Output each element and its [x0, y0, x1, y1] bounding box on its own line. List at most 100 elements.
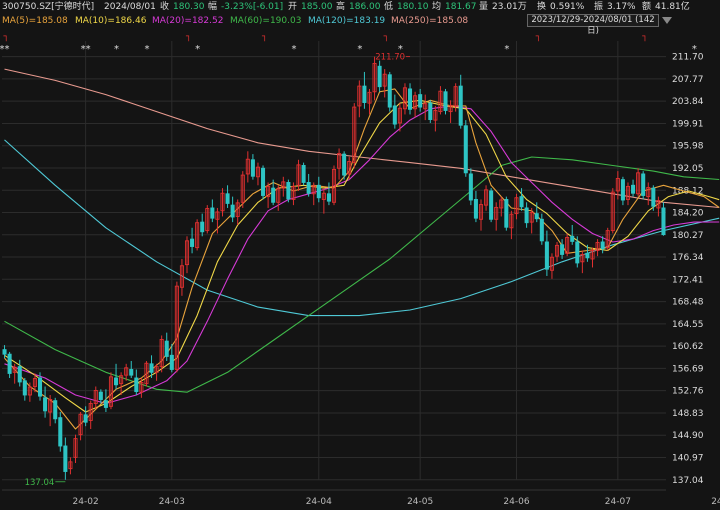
- price-axis-label: 160.62: [672, 342, 704, 352]
- date-axis-label: 24-03: [159, 497, 185, 507]
- event-star-icon: *: [144, 44, 149, 55]
- event-flag-icon: ┐: [261, 32, 267, 42]
- candle-body: [620, 179, 625, 201]
- candle-body: [316, 184, 321, 199]
- candle-body: [43, 397, 48, 412]
- candle-body: [631, 184, 636, 194]
- date-axis-label: 24-06: [503, 497, 529, 507]
- ma20-line: [4, 105, 720, 405]
- candle-body: [7, 353, 12, 374]
- date-axis-label: 24-07: [605, 497, 631, 507]
- date-axis-label: 24-02: [73, 497, 99, 507]
- candle-body: [261, 167, 266, 196]
- candle-body: [468, 173, 473, 201]
- event-flag-icon: ┐: [3, 32, 9, 42]
- candle-body: [2, 349, 7, 355]
- candlestick-chart: 211.70207.77203.84199.91195.98192.05188.…: [0, 32, 720, 507]
- event-star-icon: *: [692, 44, 697, 55]
- candle-body: [286, 182, 291, 200]
- candle-body: [377, 65, 382, 88]
- ma250-line: [4, 68, 720, 209]
- candle-body: [53, 400, 58, 420]
- candle-body: [271, 187, 276, 203]
- event-flag-icon: ┐: [185, 32, 191, 42]
- event-star-icon: **: [0, 44, 10, 55]
- ma5-line: [4, 88, 720, 430]
- candle-body: [326, 193, 331, 202]
- candle-body: [443, 91, 448, 111]
- candle-body: [524, 207, 529, 224]
- price-axis-label: 172.41: [672, 275, 704, 285]
- candle-body: [661, 207, 666, 236]
- candle-body: [129, 369, 134, 376]
- event-star-icon: *: [114, 44, 119, 55]
- price-axis-label: 192.05: [672, 164, 704, 174]
- candle-body: [504, 199, 509, 228]
- price-axis-label: 203.84: [672, 97, 704, 107]
- candle-body: [651, 187, 656, 207]
- candle-body: [169, 354, 174, 370]
- event-star-icon: *: [504, 44, 509, 55]
- candle-body: [473, 199, 478, 219]
- price-axis-label: 148.83: [672, 409, 704, 419]
- candle-body: [362, 85, 367, 103]
- price-axis-label: 144.90: [672, 431, 704, 441]
- candle-body: [250, 159, 255, 177]
- event-flag-icon: ┐: [641, 32, 647, 42]
- candle-body: [600, 241, 605, 250]
- ma10-line: [4, 99, 720, 413]
- price-axis-label: 199.91: [672, 119, 704, 129]
- candle-body: [190, 238, 195, 247]
- candle-body: [570, 235, 575, 242]
- price-axis-label: 137.04: [672, 476, 704, 486]
- price-axis-label: 207.77: [672, 75, 704, 85]
- candle-body: [560, 244, 565, 255]
- candle-body: [17, 366, 22, 383]
- event-flag-icon: ┐: [535, 32, 541, 42]
- candle-body: [134, 377, 139, 393]
- candle-body: [103, 400, 108, 408]
- low-price-annotation: 137.04: [25, 478, 55, 488]
- price-axis-label: 176.34: [672, 253, 704, 263]
- candle-body: [641, 173, 646, 196]
- candle-body: [210, 207, 215, 219]
- candle-body: [575, 241, 580, 264]
- price-axis-label: 168.48: [672, 298, 704, 308]
- candle-body: [489, 190, 494, 220]
- event-star-icon: *: [291, 44, 296, 55]
- price-axis-label: 140.97: [672, 453, 704, 463]
- price-axis-label: 211.70: [672, 53, 704, 63]
- event-star-icon: **: [81, 44, 91, 55]
- candle-body: [114, 377, 119, 386]
- price-axis-label: 156.69: [672, 364, 704, 374]
- candle-body: [98, 391, 103, 400]
- price-axis-label: 195.98: [672, 142, 704, 152]
- candle-body: [342, 153, 347, 176]
- candle-body: [200, 221, 205, 233]
- candle-body: [164, 340, 169, 357]
- candle-body: [534, 213, 539, 220]
- candle-body: [301, 165, 306, 183]
- candle-body: [37, 377, 43, 397]
- candle-body: [230, 204, 235, 218]
- candle-body: [58, 417, 63, 447]
- ma120-line: [4, 139, 720, 317]
- candle-body: [418, 94, 423, 108]
- candle-body: [463, 125, 468, 174]
- candle-body: [585, 252, 590, 259]
- candle-body: [83, 414, 88, 423]
- candle-body: [306, 182, 311, 194]
- date-axis-label: 24-08: [711, 497, 720, 507]
- candle-body: [544, 241, 549, 270]
- candle-body: [225, 193, 230, 204]
- candle-body: [539, 218, 544, 242]
- event-flag-icon: ┐: [383, 32, 389, 42]
- candle-body: [63, 445, 68, 472]
- candle-body: [22, 380, 27, 396]
- event-star-icon: *: [357, 44, 362, 55]
- event-star-icon: *: [195, 44, 200, 55]
- candle-body: [458, 85, 463, 126]
- price-axis-label: 152.76: [672, 387, 704, 397]
- candle-body: [149, 363, 154, 373]
- date-axis-label: 24-04: [306, 497, 332, 507]
